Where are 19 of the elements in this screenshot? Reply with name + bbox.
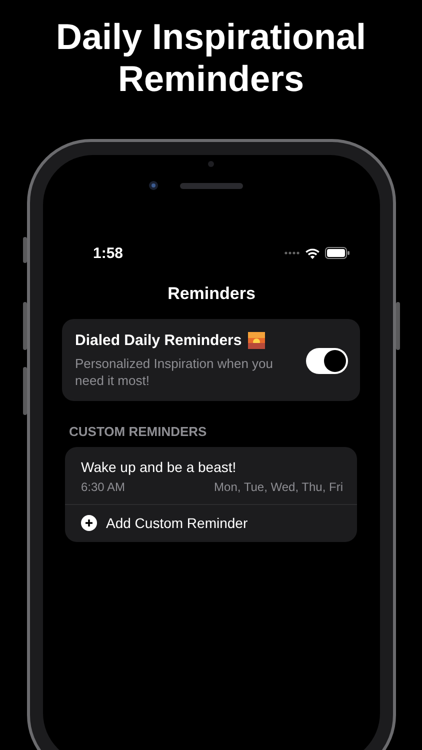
camera-icon <box>149 181 158 190</box>
battery-icon <box>325 247 350 259</box>
daily-title: Dialed Daily Reminders <box>75 332 242 349</box>
reminder-days: Mon, Tue, Wed, Thu, Fri <box>214 480 343 494</box>
reminder-title[interactable]: Wake up and be a beast! <box>81 459 236 475</box>
speaker-icon <box>180 182 243 188</box>
sensor-icon <box>208 161 214 167</box>
wifi-icon <box>305 248 320 258</box>
plus-icon <box>81 515 97 531</box>
headline: Daily Inspirational Reminders <box>54 16 368 100</box>
status-time: 1:58 <box>93 244 124 262</box>
signal-icon <box>284 251 300 255</box>
nav-title: Reminders <box>168 284 256 304</box>
add-reminder-button[interactable]: Add Custom Reminder <box>65 505 357 542</box>
sunrise-icon <box>248 332 265 349</box>
reminder-time: 6:30 AM <box>81 480 126 494</box>
daily-subtitle: Personalized Inspiration when you need it most! <box>75 355 274 389</box>
toggle-switch[interactable] <box>306 348 348 374</box>
section-header: CUSTOM REMINDERS <box>69 424 208 439</box>
